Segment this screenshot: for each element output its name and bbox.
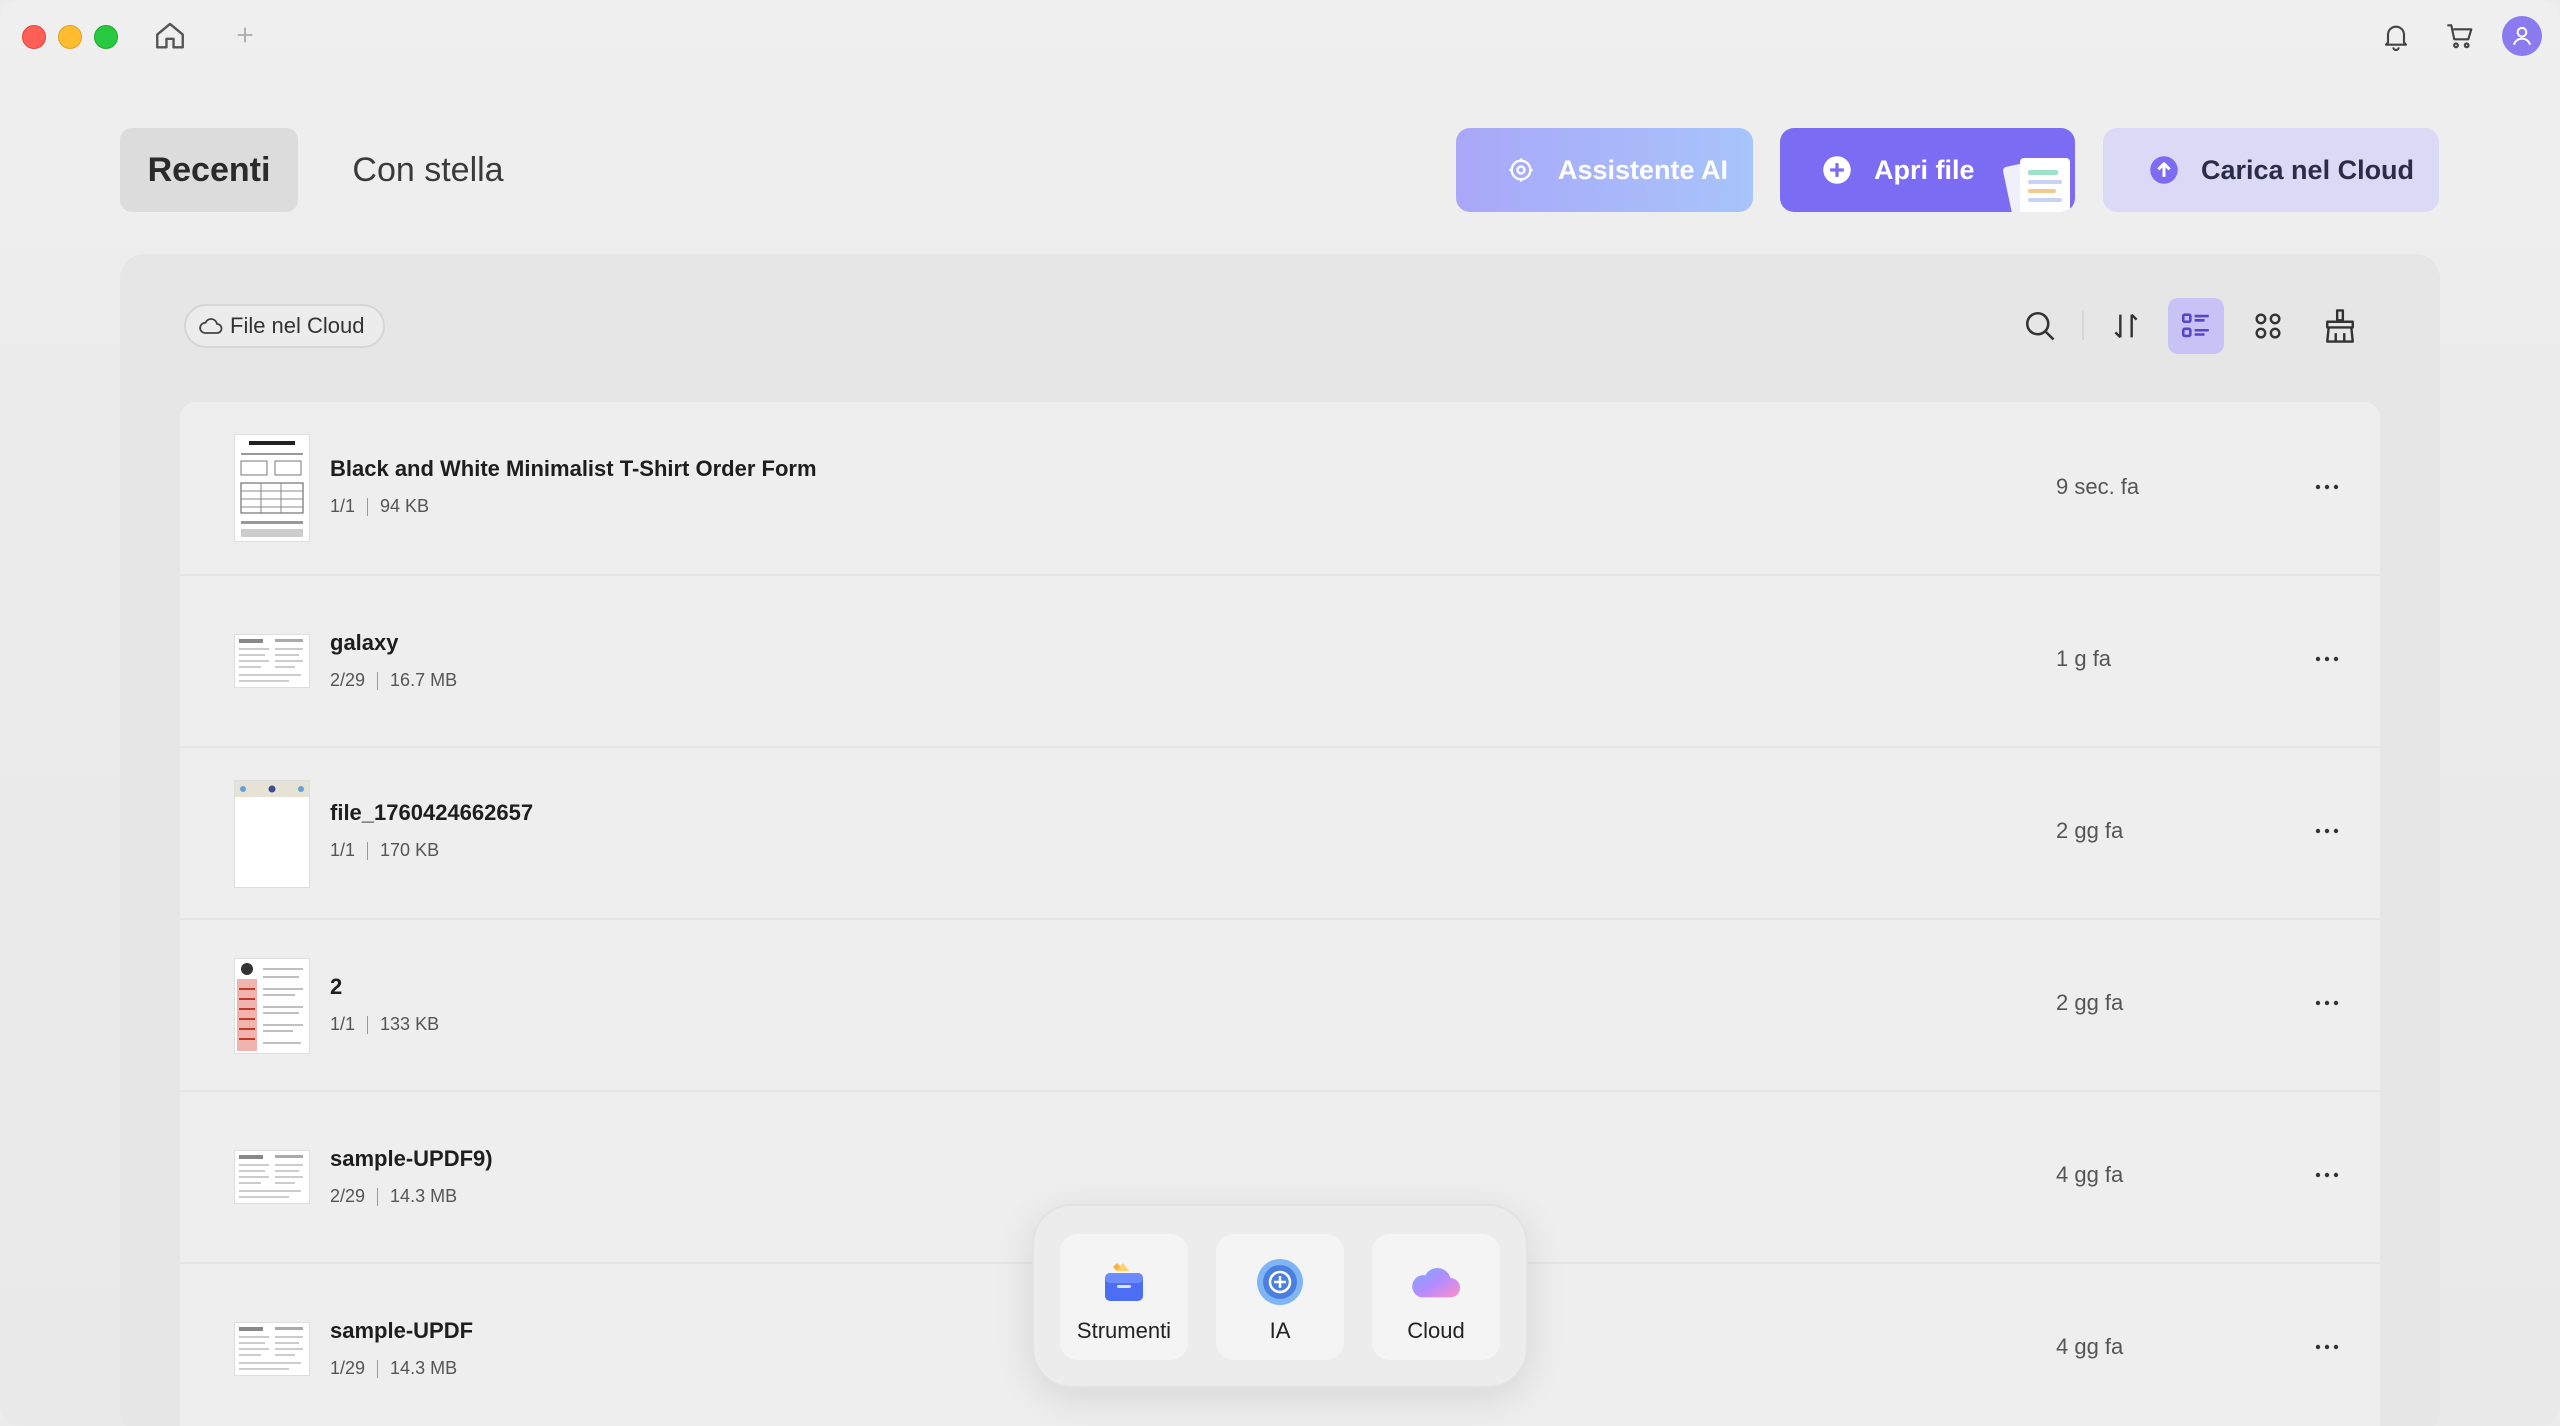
file-thumbnail [234,958,310,1054]
dock-label: Strumenti [1076,1318,1172,1343]
dock-item-strumenti[interactable]: Strumenti [1060,1234,1188,1360]
app-window: Recenti Con stella Assistente AI Apri fi… [0,0,2560,1426]
file-thumbnail [234,634,310,688]
open-file-label: Apri file [1874,154,1975,185]
ai-assistant-label: Assistente AI [1558,154,1729,185]
file-size: 94 KB [380,496,430,516]
more-options-icon[interactable] [2305,1160,2349,1190]
file-size: 14.3 MB [390,1358,458,1378]
file-time: 4 gg fa [2056,1162,2124,1187]
file-time: 1 g fa [2056,646,2112,671]
zoom-window-button[interactable] [94,25,118,49]
more-options-icon[interactable] [2305,644,2349,674]
file-time: 9 sec. fa [2056,474,2140,499]
meta-divider [377,1359,379,1378]
notification-bell-icon[interactable] [2374,14,2418,58]
search-icon[interactable] [2012,298,2068,354]
file-pages: 1/1 [330,840,356,860]
ai-icon [1254,1256,1306,1308]
file-row[interactable]: galaxy 2/29 16.7 MB 1 g fa [180,574,2380,748]
meta-divider [377,671,379,690]
file-thumbnail [234,1150,310,1204]
file-size: 133 KB [380,1014,440,1034]
toolbox-icon [1098,1256,1150,1308]
meta-divider [367,497,369,516]
file-name: 2 [330,974,343,999]
grid-view-icon[interactable] [2240,298,2296,354]
close-window-button[interactable] [22,25,46,49]
upload-arrow-icon [2149,155,2179,185]
more-options-icon[interactable] [2305,988,2349,1018]
file-thumbnail [234,1322,310,1376]
more-options-icon[interactable] [2305,816,2349,846]
file-name: file_1760424662657 [330,800,534,825]
file-meta: 1/1 94 KB [330,496,429,517]
dock-item-ia[interactable]: IA [1216,1234,1344,1360]
ai-assistant-button[interactable]: Assistente AI [1456,128,1753,212]
file-thumbnail [234,780,310,888]
sort-icon[interactable] [2098,298,2154,354]
more-options-icon[interactable] [2305,472,2349,502]
user-avatar-icon[interactable] [2502,16,2542,56]
file-time: 2 gg fa [2056,990,2124,1015]
file-pages: 2/29 [330,670,366,690]
dock-item-cloud[interactable]: Cloud [1372,1234,1500,1360]
file-meta: 1/1 170 KB [330,840,439,861]
title-bar [0,0,2560,72]
file-row[interactable]: 2 1/1 133 KB 2 gg fa [180,918,2380,1092]
file-meta: 2/29 16.7 MB [330,670,457,691]
tab-recenti[interactable]: Recenti [120,128,298,212]
file-time: 4 gg fa [2056,1334,2124,1359]
file-name: sample-UPDF9) [330,1146,493,1171]
file-pages: 1/1 [330,1014,356,1034]
meta-divider [367,1015,369,1034]
minimize-window-button[interactable] [58,25,82,49]
cloud-files-filter[interactable]: File nel Cloud [184,304,385,348]
file-size: 16.7 MB [390,670,458,690]
file-name: sample-UPDF [330,1318,474,1343]
file-pages: 1/29 [330,1358,366,1378]
cloud-outline-icon [198,315,224,337]
list-view-icon[interactable] [2168,298,2224,354]
file-pages: 2/29 [330,1186,366,1206]
upload-cloud-button[interactable]: Carica nel Cloud [2103,128,2439,212]
file-row[interactable]: Black and White Minimalist T-Shirt Order… [180,402,2380,576]
file-thumbnail [234,434,310,542]
file-meta: 2/29 14.3 MB [330,1186,457,1207]
dock-label: Cloud [1407,1318,1465,1343]
more-options-icon[interactable] [2305,1332,2349,1362]
toolbar-divider [2082,310,2084,340]
plus-circle-icon [1822,155,1852,185]
dock-label: IA [1269,1318,1291,1343]
file-pages: 1/1 [330,496,356,516]
cart-icon[interactable] [2438,14,2482,58]
file-row[interactable]: file_1760424662657 1/1 170 KB 2 gg fa [180,746,2380,920]
upload-cloud-label: Carica nel Cloud [2201,154,2415,185]
open-file-button[interactable]: Apri file [1780,128,2075,212]
ai-assistant-icon [1506,155,1536,185]
file-meta: 1/1 133 KB [330,1014,439,1035]
new-tab-icon[interactable] [228,18,262,52]
file-size: 170 KB [380,840,440,860]
cloud-files-label: File nel Cloud [230,313,365,338]
home-icon[interactable] [150,16,190,56]
file-name: galaxy [330,630,399,655]
meta-divider [367,841,369,860]
tab-con-stella[interactable]: Con stella [330,128,526,212]
file-time: 2 gg fa [2056,818,2124,843]
file-name: Black and White Minimalist T-Shirt Order… [330,456,817,481]
cloud-icon [1410,1256,1462,1308]
meta-divider [377,1187,379,1206]
file-meta: 1/29 14.3 MB [330,1358,457,1379]
documents-illustration-icon [2003,158,2070,212]
clean-icon[interactable] [2312,298,2368,354]
file-size: 14.3 MB [390,1186,458,1206]
bottom-dock: Strumenti IA Cloud [1032,1204,1528,1388]
